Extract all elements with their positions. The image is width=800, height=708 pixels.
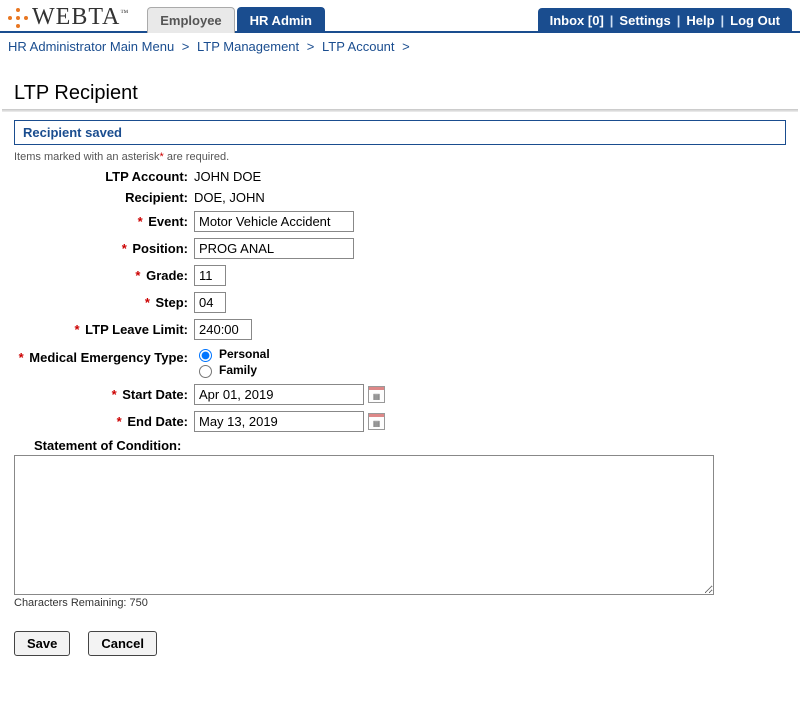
calendar-icon[interactable]: ▦: [368, 386, 385, 403]
row-grade: * Grade:: [14, 265, 786, 286]
nav-separator: |: [721, 13, 725, 28]
tab-employee[interactable]: Employee: [147, 7, 234, 33]
position-input[interactable]: [194, 238, 354, 259]
logo-text: WEBTA™: [32, 4, 129, 31]
breadcrumb-separator: >: [307, 39, 315, 54]
settings-link[interactable]: Settings: [619, 13, 670, 28]
row-ltp-leave-limit: * LTP Leave Limit:: [14, 319, 786, 340]
help-link[interactable]: Help: [686, 13, 714, 28]
value-recipient: DOE, JOHN: [194, 190, 265, 205]
nav-separator: |: [610, 13, 614, 28]
row-event: * Event:: [14, 211, 786, 232]
row-start-date: * Start Date: ▦: [14, 384, 786, 405]
page-title: LTP Recipient: [14, 82, 790, 105]
label-event: * Event:: [14, 214, 194, 229]
row-recipient: Recipient: DOE, JOHN: [14, 190, 786, 205]
breadcrumb-separator: >: [402, 39, 410, 54]
statement-textarea[interactable]: [14, 455, 714, 595]
label-recipient: Recipient:: [14, 190, 194, 205]
row-medical-emergency: * Medical Emergency Type: Personal Famil…: [14, 346, 786, 378]
label-grade: * Grade:: [14, 268, 194, 283]
inbox-link[interactable]: Inbox [0]: [550, 13, 604, 28]
label-medical-emergency: * Medical Emergency Type:: [14, 346, 194, 365]
row-ltp-account: LTP Account: JOHN DOE: [14, 169, 786, 184]
label-end-date: * End Date:: [14, 414, 194, 429]
save-button[interactable]: Save: [14, 631, 70, 656]
radio-personal-label[interactable]: Personal: [194, 346, 270, 362]
start-date-input[interactable]: [194, 384, 364, 405]
top-nav: Inbox [0] | Settings | Help | Log Out: [538, 8, 792, 33]
ltp-leave-limit-input[interactable]: [194, 319, 252, 340]
logout-link[interactable]: Log Out: [730, 13, 780, 28]
value-ltp-account: JOHN DOE: [194, 169, 261, 184]
radio-family[interactable]: [199, 365, 212, 378]
logo: WEBTA™: [8, 4, 129, 31]
grade-input[interactable]: [194, 265, 226, 286]
row-position: * Position:: [14, 238, 786, 259]
label-step: * Step:: [14, 295, 194, 310]
breadcrumb-ltp-management[interactable]: LTP Management: [197, 39, 299, 54]
characters-remaining: Characters Remaining: 750: [14, 597, 786, 609]
title-divider: [2, 109, 798, 112]
radio-family-label[interactable]: Family: [194, 362, 270, 378]
breadcrumb-separator: >: [182, 39, 190, 54]
status-message: Recipient saved: [14, 120, 786, 145]
required-note: Items marked with an asterisk* are requi…: [14, 151, 786, 163]
breadcrumb-main-menu[interactable]: HR Administrator Main Menu: [8, 39, 174, 54]
app-header: WEBTA™ Employee HR Admin Inbox [0] | Set…: [0, 0, 800, 33]
label-ltp-leave-limit: * LTP Leave Limit:: [14, 322, 194, 337]
row-statement: Statement of Condition: Characters Remai…: [14, 438, 786, 609]
row-end-date: * End Date: ▦: [14, 411, 786, 432]
row-step: * Step:: [14, 292, 786, 313]
label-position: * Position:: [14, 241, 194, 256]
label-ltp-account: LTP Account:: [14, 169, 194, 184]
label-statement: Statement of Condition:: [34, 438, 786, 453]
cancel-button[interactable]: Cancel: [88, 631, 157, 656]
logo-dots-icon: [8, 8, 28, 28]
tabs: Employee HR Admin: [147, 7, 327, 33]
label-start-date: * Start Date:: [14, 387, 194, 402]
step-input[interactable]: [194, 292, 226, 313]
tab-hr-admin[interactable]: HR Admin: [237, 7, 325, 33]
end-date-input[interactable]: [194, 411, 364, 432]
breadcrumb: HR Administrator Main Menu > LTP Managem…: [0, 33, 800, 60]
content: Recipient saved Items marked with an ast…: [0, 120, 800, 666]
radio-personal[interactable]: [199, 349, 212, 362]
nav-separator: |: [677, 13, 681, 28]
header-left: WEBTA™ Employee HR Admin: [8, 4, 327, 31]
breadcrumb-ltp-account[interactable]: LTP Account: [322, 39, 395, 54]
medical-emergency-radio-group: Personal Family: [194, 346, 270, 378]
event-input[interactable]: [194, 211, 354, 232]
button-row: Save Cancel: [14, 631, 786, 656]
calendar-icon[interactable]: ▦: [368, 413, 385, 430]
